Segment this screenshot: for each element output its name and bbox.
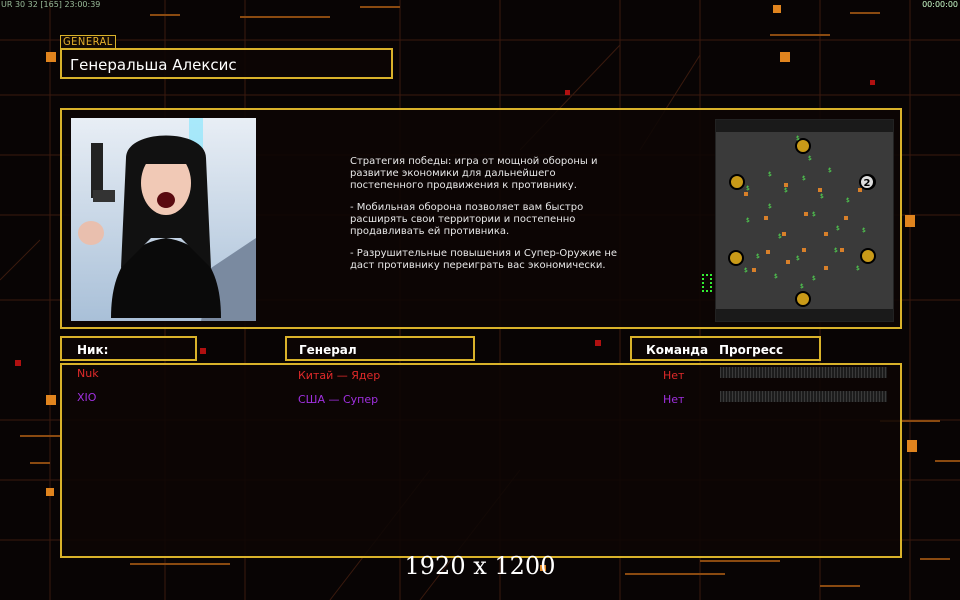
description-paragraph: Стратегия победы: игра от мощной обороны… — [350, 156, 598, 191]
svg-text:$: $ — [856, 265, 860, 272]
svg-text:$: $ — [746, 217, 750, 224]
svg-text:$: $ — [796, 135, 800, 142]
svg-text:$: $ — [800, 283, 804, 290]
svg-text:$: $ — [746, 185, 750, 192]
svg-text:$: $ — [796, 255, 800, 262]
svg-text:$: $ — [812, 275, 816, 282]
minimap: $ $ $ $ $ $ $ $ $ $ $ $ $ $ $ $ $ $ $ $ $ $ $ 2 — [715, 119, 894, 322]
hud-status: UR 30 32 [165] 23:00:39 — [1, 0, 101, 9]
player-nick: XIO — [77, 391, 97, 404]
svg-text:$: $ — [778, 233, 782, 240]
hud-clock: 00:00:00 — [922, 0, 958, 9]
team-progress-header: Команда Прогресс — [630, 336, 821, 361]
svg-text:$: $ — [756, 253, 760, 260]
svg-text:$: $ — [802, 175, 806, 182]
svg-text:$: $ — [820, 193, 824, 200]
svg-text:$: $ — [846, 197, 850, 204]
svg-text:$: $ — [768, 203, 772, 210]
general-title-box: Генеральша Алексис — [60, 48, 393, 79]
player-general: Китай — Ядер — [298, 369, 381, 382]
svg-text:$: $ — [774, 273, 778, 280]
strategy-description: Стратегия победы: игра от мощной обороны… — [350, 156, 650, 282]
player-start-marker: 2 — [859, 174, 875, 190]
svg-text:$: $ — [836, 225, 840, 232]
general-column-header: Генерал — [285, 336, 475, 361]
general-portrait — [71, 118, 256, 321]
progress-header-label: Прогресс — [719, 343, 784, 357]
player-team: Нет — [663, 393, 685, 406]
player-progress-bar — [720, 391, 887, 402]
general-name: Генеральша Алексис — [70, 56, 237, 74]
svg-text:$: $ — [828, 167, 832, 174]
svg-text:$: $ — [768, 171, 772, 178]
player-nick: Nuk — [77, 367, 99, 380]
resolution-label: 1920 x 1200 — [404, 552, 556, 580]
nick-column-header: Ник: — [60, 336, 197, 361]
player-team: Нет — [663, 369, 685, 382]
player-progress-bar — [720, 367, 887, 378]
svg-text:$: $ — [808, 155, 812, 162]
description-paragraph: - Разрушительные повышения и Супер-Оружи… — [350, 248, 618, 271]
svg-text:$: $ — [834, 247, 838, 254]
svg-text:$: $ — [862, 227, 866, 234]
nick-header-label: Ник: — [77, 343, 109, 357]
team-header-label: Команда — [646, 343, 709, 357]
minimap-terrain: $ $ $ $ $ $ $ $ $ $ $ $ $ $ $ $ $ $ $ $ $ $ $ — [728, 135, 876, 307]
general-header-label: Генерал — [299, 343, 357, 357]
svg-text:$: $ — [744, 267, 748, 274]
svg-text:$: $ — [812, 211, 816, 218]
svg-text:$: $ — [784, 187, 788, 194]
minimap-edge-marker — [702, 274, 712, 292]
player-general: США — Супер — [298, 393, 379, 406]
description-paragraph: - Мобильная оборона позволяет вам быстро… — [350, 202, 584, 237]
